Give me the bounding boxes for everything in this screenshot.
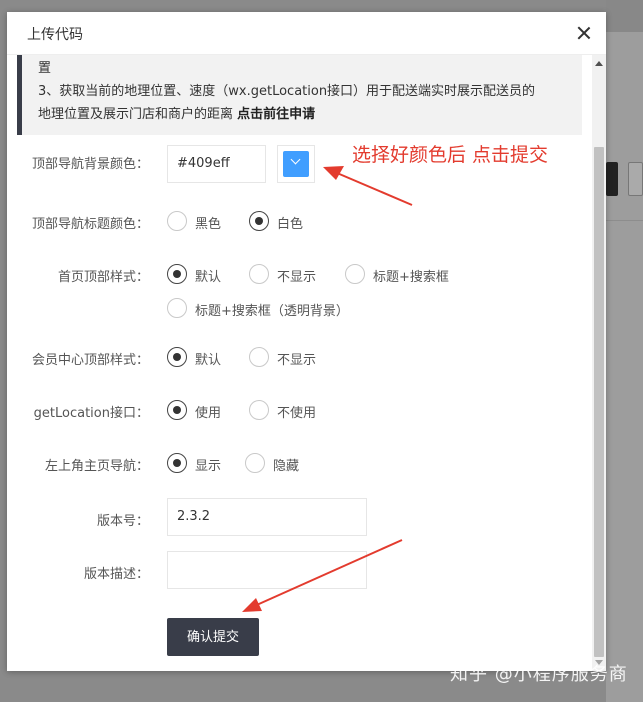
notice-box: 置 3、获取当前的地理位置、速度（wx.getLocation接口）用于配送端实… bbox=[17, 55, 582, 135]
get-location-label: getLocation接口： bbox=[33, 406, 149, 421]
radio-circle bbox=[167, 211, 187, 231]
form-row-member-header: 会员中心顶部样式： bbox=[7, 346, 149, 376]
home-nav-label: 左上角主页导航： bbox=[44, 459, 149, 474]
version-desc-input[interactable] bbox=[167, 551, 367, 589]
dialog-header: 上传代码 bbox=[7, 12, 606, 55]
radio-label: 白色 bbox=[277, 217, 304, 232]
radio-circle bbox=[249, 347, 269, 367]
submit-button[interactable]: 确认提交 bbox=[167, 618, 259, 656]
form-row-home-header: 首页顶部样式： bbox=[7, 263, 149, 293]
form-row-get-location: getLocation接口： bbox=[7, 399, 149, 429]
form-row-version: 版本号： bbox=[7, 507, 149, 537]
background-button bbox=[628, 162, 643, 196]
radio-label: 使用 bbox=[195, 406, 222, 421]
form-row-nav-title-color: 顶部导航标题颜色： bbox=[7, 210, 149, 240]
radio-label: 不显示 bbox=[277, 353, 317, 368]
form-row-home-nav: 左上角主页导航： bbox=[7, 452, 149, 482]
radio-label: 标题+搜索框（透明背景） bbox=[195, 304, 349, 319]
notice-line: 置 bbox=[38, 61, 52, 76]
member-header-label: 会员中心顶部样式： bbox=[31, 353, 149, 368]
version-desc-label: 版本描述： bbox=[83, 567, 149, 582]
home-header-label: 首页顶部样式： bbox=[57, 270, 149, 285]
color-picker[interactable] bbox=[277, 145, 315, 183]
apply-link[interactable]: 点击前往申请 bbox=[237, 107, 315, 122]
radio-circle bbox=[167, 347, 187, 367]
form-row-nav-bg: 顶部导航背景颜色： bbox=[7, 141, 149, 181]
scroll-up-icon[interactable] bbox=[595, 61, 603, 66]
radio-circle bbox=[167, 298, 187, 318]
background-button bbox=[606, 162, 618, 196]
annotation-text: 选择好颜色后 点击提交 bbox=[352, 144, 549, 166]
radio-circle bbox=[167, 400, 187, 420]
scrollbar[interactable] bbox=[592, 55, 606, 671]
radio-label: 默认 bbox=[195, 353, 222, 368]
scrollbar-thumb[interactable] bbox=[594, 147, 604, 657]
radio-label: 黑色 bbox=[195, 217, 222, 232]
nav-bg-label: 顶部导航背景颜色： bbox=[31, 157, 149, 172]
background-top-strip bbox=[606, 0, 643, 32]
nav-title-color-label: 顶部导航标题颜色： bbox=[31, 217, 149, 232]
watermark: 知乎 @小程序服务商 bbox=[450, 664, 628, 685]
radio-circle bbox=[167, 264, 187, 284]
radio-label: 默认 bbox=[195, 270, 222, 285]
version-label: 版本号： bbox=[96, 514, 149, 529]
radio-label: 标题+搜索框 bbox=[373, 270, 449, 285]
radio-circle bbox=[249, 400, 269, 420]
version-input[interactable]: 2.3.2 bbox=[167, 498, 367, 536]
radio-label: 显示 bbox=[195, 459, 222, 474]
radio-circle bbox=[167, 453, 187, 473]
notice-line: 3、获取当前的地理位置、速度（wx.getLocation接口）用于配送端实时展… bbox=[38, 84, 536, 99]
radio-circle bbox=[245, 453, 265, 473]
radio-label: 不使用 bbox=[277, 406, 317, 421]
upload-code-dialog: 上传代码 置 3、获取当前的地理位置、速度（wx.getLocation接口）用… bbox=[7, 12, 606, 671]
radio-label: 隐藏 bbox=[273, 459, 300, 474]
close-icon[interactable] bbox=[574, 23, 594, 43]
notice-line: 地理位置及展示门店和商户的距离 点击前往申请 bbox=[38, 103, 582, 126]
notice-text: 地理位置及展示门店和商户的距离 bbox=[38, 107, 238, 122]
radio-circle bbox=[249, 211, 269, 231]
background-page bbox=[606, 0, 643, 702]
radio-circle bbox=[345, 264, 365, 284]
form-row-version-desc: 版本描述： bbox=[7, 560, 149, 590]
dialog-title: 上传代码 bbox=[27, 27, 83, 43]
nav-bg-color-input[interactable]: #409eff bbox=[167, 145, 266, 183]
radio-circle bbox=[249, 264, 269, 284]
radio-label: 不显示 bbox=[277, 270, 317, 285]
background-divider bbox=[606, 220, 643, 221]
